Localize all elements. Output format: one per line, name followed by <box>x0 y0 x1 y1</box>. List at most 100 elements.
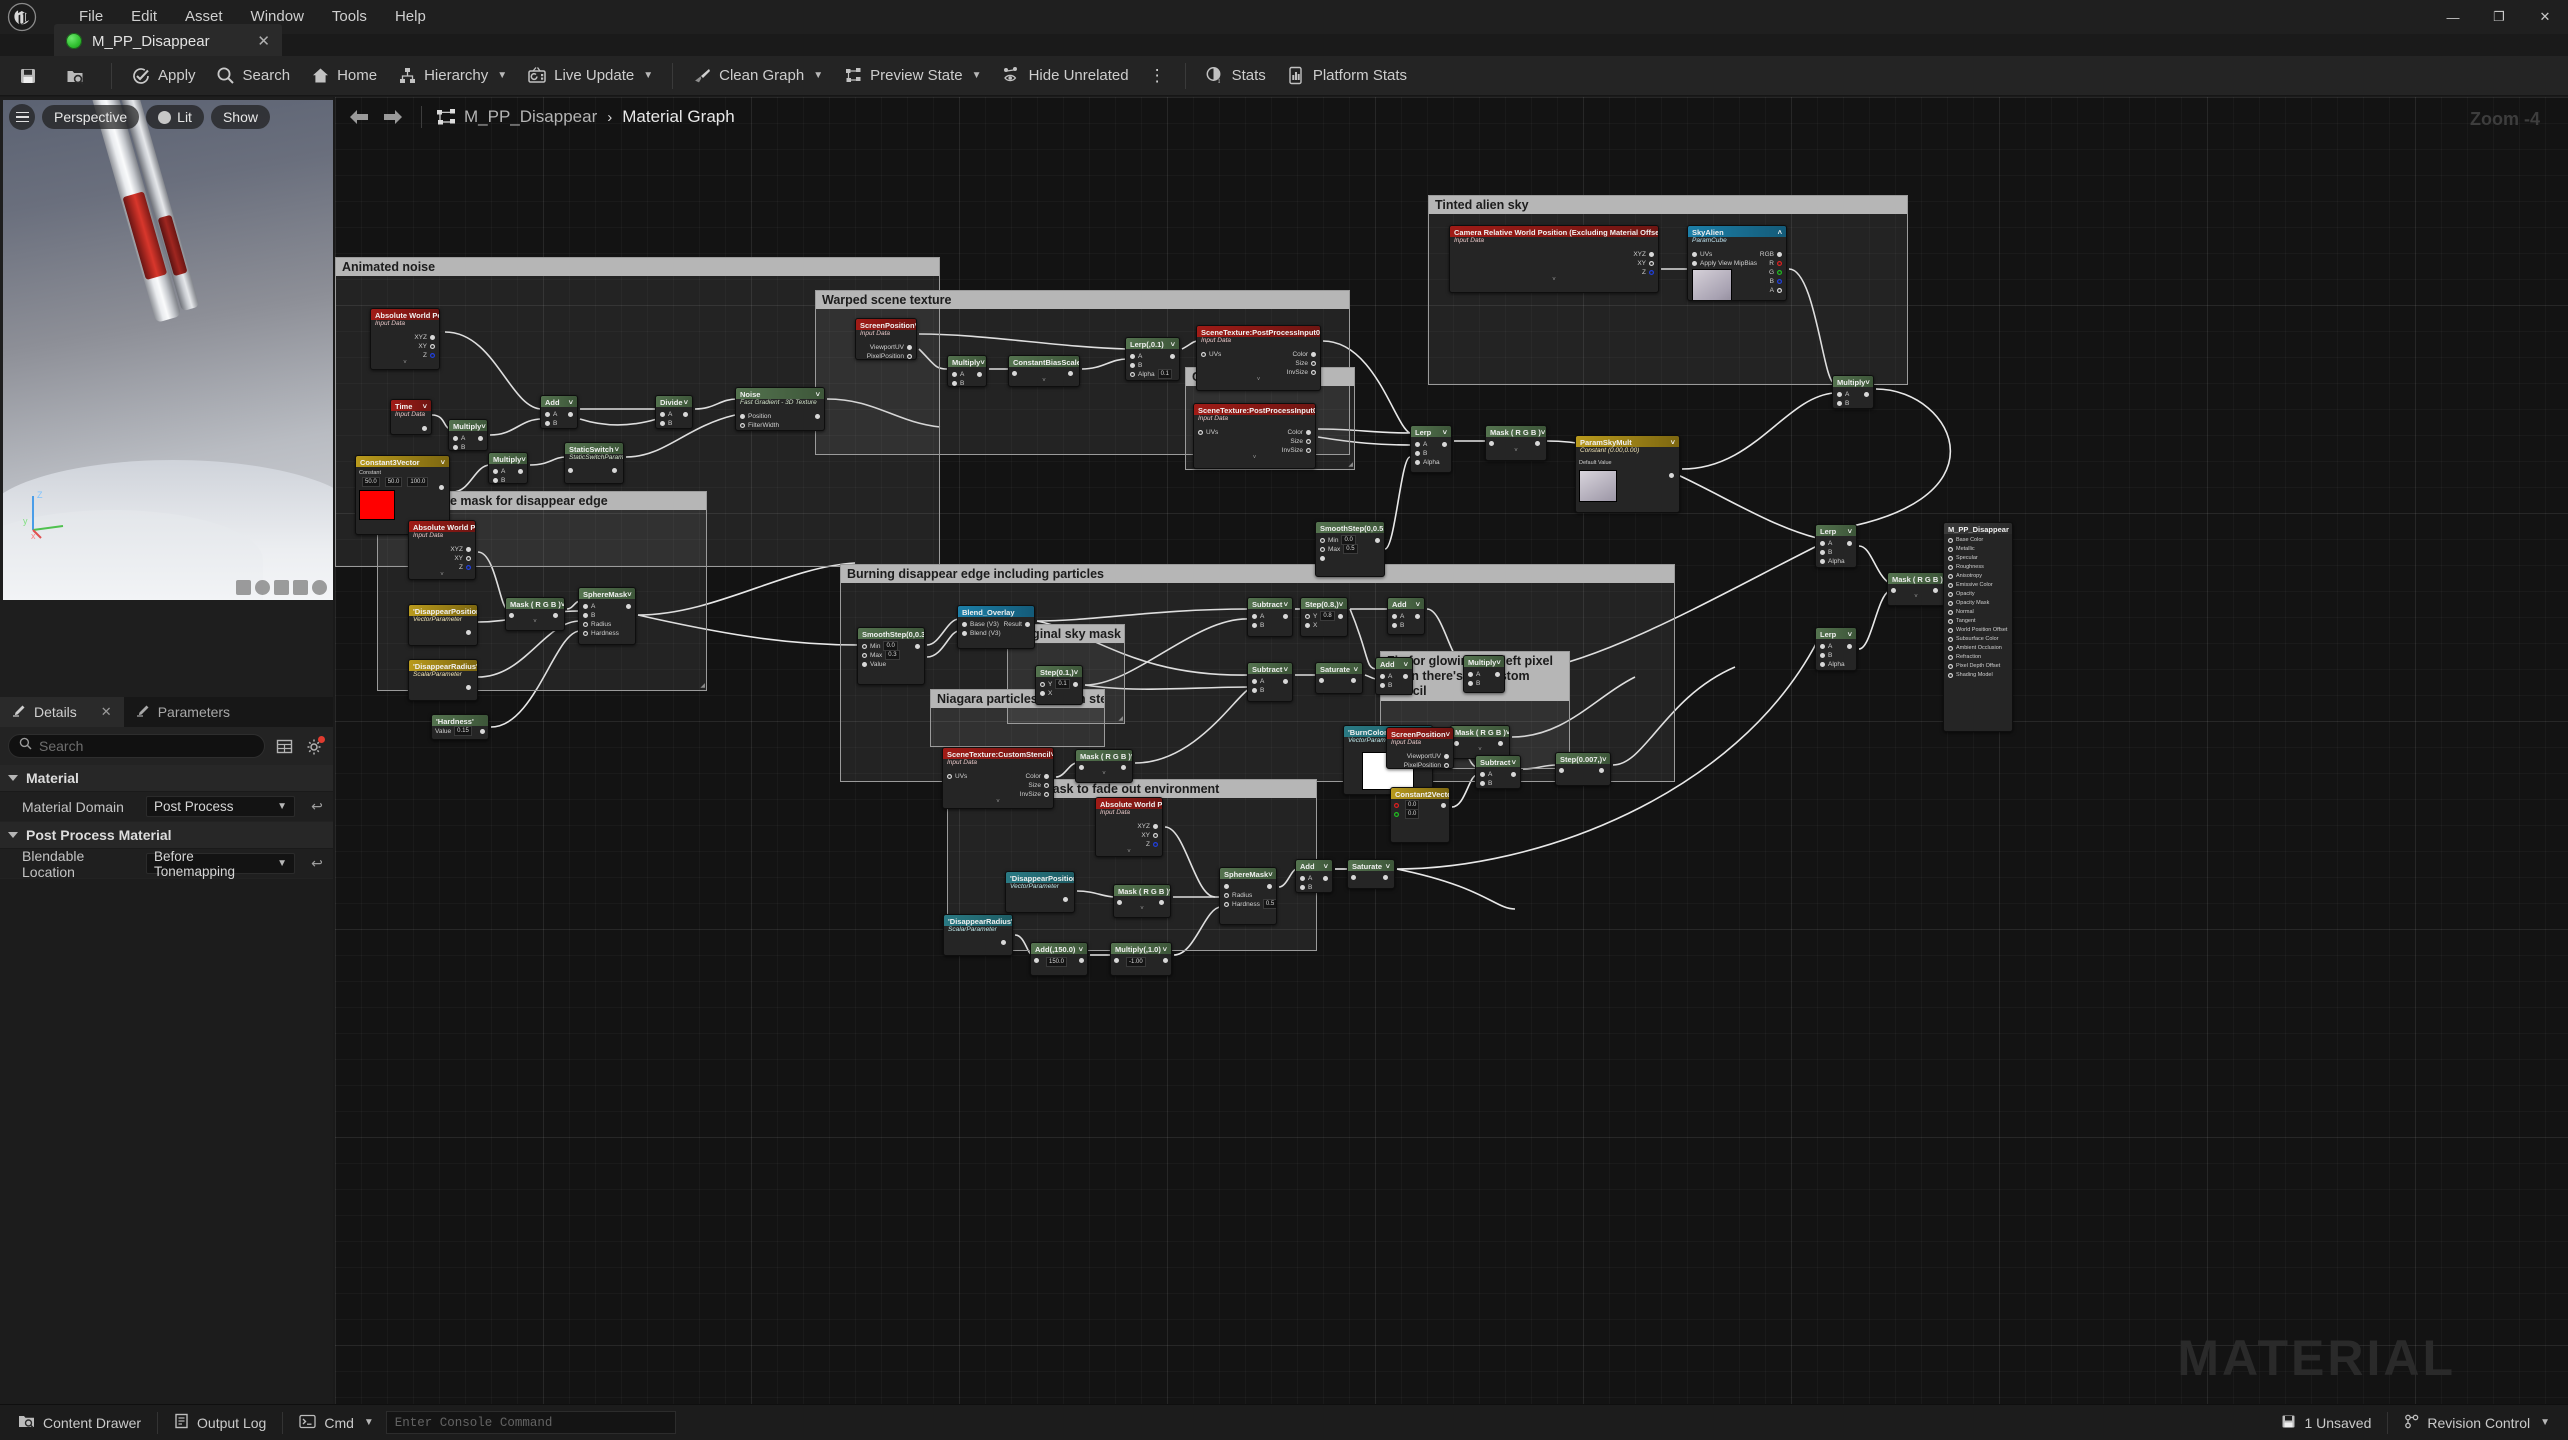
input-pin-a[interactable]: A <box>1415 440 1447 449</box>
output-pin-viewportuv[interactable]: ViewportUV <box>1391 752 1449 761</box>
toolbar-overflow-button[interactable]: ⋮ <box>1139 59 1176 93</box>
input-pin-b[interactable]: B <box>1380 681 1408 690</box>
node-material-output-m-pp-disappear[interactable]: M_PP_Disappear Base Color Metallic Specula… <box>1943 522 2013 732</box>
input-pin-uvs[interactable]: UVs Color <box>1201 350 1316 359</box>
node-spheremask-main[interactable]: SphereMask ˅ A B Radius Hardness <box>578 587 636 645</box>
input-pin-b[interactable]: B <box>1392 621 1420 630</box>
material-output-pin-row[interactable]: Opacity <box>1948 590 2008 599</box>
apply-button[interactable]: Apply <box>121 59 206 93</box>
save-button[interactable] <box>8 59 55 93</box>
input-pin[interactable] <box>1948 610 1953 615</box>
output-pin-z[interactable]: Z <box>375 351 435 360</box>
input-pin[interactable] <box>1948 673 1953 678</box>
input-pin-b[interactable]: B <box>1480 779 1516 788</box>
material-output-pin-row[interactable]: Normal <box>1948 608 2008 617</box>
input-pin-a[interactable]: A <box>493 467 523 476</box>
cmd-button[interactable]: Cmd ▼ <box>287 1409 385 1437</box>
input-pin[interactable] <box>1948 574 1953 579</box>
input-pin-a[interactable]: A <box>1392 612 1420 621</box>
input-pin-x[interactable]: X <box>1040 689 1078 698</box>
resize-handle[interactable]: ◢ <box>1348 461 1353 468</box>
input-pin[interactable] <box>1948 601 1953 606</box>
search-input[interactable]: Search <box>8 734 265 758</box>
input-pin-y[interactable]: Y 0.8 <box>1305 611 1343 621</box>
chevron-down-icon[interactable]: ˅ <box>510 619 560 625</box>
input-pin-uvs[interactable]: UVs Color <box>947 772 1049 781</box>
input-pin-alpha[interactable]: Alpha <box>1820 660 1852 669</box>
chevron-down-icon[interactable]: ˅ <box>1100 849 1158 855</box>
input-pin-b[interactable]: B <box>453 443 483 450</box>
asset-tab-m-pp-disappear[interactable]: M_PP_Disappear ✕ <box>54 24 282 58</box>
material-output-pin-row[interactable]: Tangent <box>1948 617 2008 626</box>
blendable-location-dropdown[interactable]: Before Tonemapping ▼ <box>146 849 295 879</box>
input-pin[interactable] <box>1948 565 1953 570</box>
tab-details[interactable]: Details ✕ <box>0 697 124 727</box>
node-multiply-neg1[interactable]: Multiply(,1.0) ˅ -1.00 <box>1110 942 1172 976</box>
input-pin-base[interactable]: Base (V3) Result <box>962 620 1030 629</box>
node-constant-bias-scale[interactable]: ConstantBiasScale˅ ˅ <box>1008 355 1080 387</box>
details-settings-button[interactable] <box>303 735 325 757</box>
input-pin[interactable] <box>1948 583 1953 588</box>
material-output-pin-row[interactable]: Subsurface Color <box>1948 635 2008 644</box>
input-pin-hardness[interactable]: Hardness 0.5 <box>1224 899 1276 909</box>
preview-cylinder-icon[interactable] <box>236 580 251 595</box>
input-pin-a[interactable]: A <box>660 410 688 419</box>
input-pin-uvs[interactable]: UVs Color <box>1198 428 1311 437</box>
platform-stats-button[interactable]: Platform Stats <box>1276 59 1417 93</box>
input-pin-a[interactable]: A <box>1480 770 1516 779</box>
input-pin-b[interactable]: B <box>1820 651 1852 660</box>
chevron-down-icon[interactable]: ˅ <box>947 799 1049 805</box>
material-output-pin-row[interactable]: Refraction <box>1948 653 2008 662</box>
node-smoothstep-burning[interactable]: SmoothStep(0,0.3,)˅ Min0.0 Max0.3 Value <box>857 627 925 685</box>
category-header[interactable]: Material <box>0 765 333 792</box>
category-header[interactable]: Post Process Material <box>0 822 333 849</box>
node-subtract-burn-2[interactable]: Subtract ˅ A B <box>1247 662 1293 702</box>
output-pin-xyz[interactable]: XYZ <box>375 333 435 342</box>
output-pin-xy[interactable]: XY <box>1100 831 1158 840</box>
hamburger-icon[interactable] <box>9 104 35 130</box>
input-pin-mipbias[interactable]: Apply View MipBias R <box>1692 259 1782 268</box>
material-output-pin-row[interactable]: Ambient Occlusion <box>1948 644 2008 653</box>
reset-button[interactable]: ↩ <box>301 855 333 872</box>
output-pin-xyz[interactable]: XYZ <box>1100 822 1158 831</box>
node-step-0007[interactable]: Step(0.007,) ˅ <box>1555 752 1611 786</box>
details-columns-button[interactable] <box>273 735 295 757</box>
input-value[interactable] <box>1320 554 1380 563</box>
input-max[interactable]: Max 0.5 <box>1320 544 1380 554</box>
input-pin[interactable] <box>1948 556 1953 561</box>
chevron-down-icon[interactable]: ˅ <box>1080 771 1128 777</box>
output-pin-pixelposition[interactable]: PixelPosition <box>1391 761 1449 769</box>
node-static-switch[interactable]: StaticSwitch˅ StaticSwitchParameter <box>564 442 624 484</box>
node-add-burn-2[interactable]: Add ˅ A B <box>1375 657 1413 695</box>
browse-button[interactable] <box>55 59 102 93</box>
node-lerp-final-2[interactable]: Lerp ˅ A B Alpha <box>1815 627 1857 671</box>
input-pin-b[interactable]: B <box>493 476 523 483</box>
node-mask-rgb-main[interactable]: Mask ( R G B )˅ ˅ <box>505 597 565 631</box>
chevron-down-icon[interactable]: ˅ <box>1490 448 1542 454</box>
node-time[interactable]: Time ˅ Input Data <box>390 399 432 435</box>
node-step-08[interactable]: Step(0.8,) ˅ Y 0.8 X <box>1300 597 1348 637</box>
output-pin-invsize[interactable]: InvSize <box>1198 446 1311 455</box>
input-pin-b[interactable]: B <box>1252 686 1288 695</box>
node-disappear-position-param[interactable]: 'DisappearPosition'˅ VectorParameter <box>408 604 478 646</box>
input-pin-b[interactable]: B <box>1300 883 1328 892</box>
input-pin[interactable] <box>1948 619 1953 624</box>
node-disappear-radius-param[interactable]: 'DisappearRadius'˅ ScalarParameter <box>408 659 478 701</box>
node-subtract-burn-1[interactable]: Subtract ˅ A B <box>1247 597 1293 637</box>
input-pin-b[interactable]: B <box>1837 399 1869 408</box>
console-command-input[interactable]: Enter Console Command <box>385 1411 676 1434</box>
output-pin-size[interactable]: Size <box>1198 437 1311 446</box>
node-paramskymult[interactable]: ParamSkyMult ˅ Constant (0.00,0.00) Defau… <box>1575 435 1680 513</box>
node-multiply-sky[interactable]: Multiply ˅ A B <box>1832 375 1874 409</box>
node-scenetexture-postprocessinput0-warp[interactable]: SceneTexture:PostProcessInput0˅ Input Da… <box>1196 325 1321 391</box>
node-screen-position[interactable]: ScreenPosition˅ Input Data ViewportUV Pi… <box>855 318 917 360</box>
resize-handle[interactable]: ◢ <box>700 682 705 689</box>
input-pin-b[interactable]: B <box>952 379 982 386</box>
material-output-pin-row[interactable]: Opacity Mask <box>1948 599 2008 608</box>
preview-state-button[interactable]: Preview State ▼ <box>833 59 991 93</box>
input-pin-a[interactable]: A <box>1820 539 1852 548</box>
output-pin[interactable] <box>395 424 427 433</box>
input-pin-b[interactable]: B <box>1415 449 1447 458</box>
output-log-button[interactable]: Output Log <box>162 1409 278 1437</box>
node-mask-rgb-clean[interactable]: Mask ( R G B ) ˅ ˅ <box>1485 425 1547 461</box>
